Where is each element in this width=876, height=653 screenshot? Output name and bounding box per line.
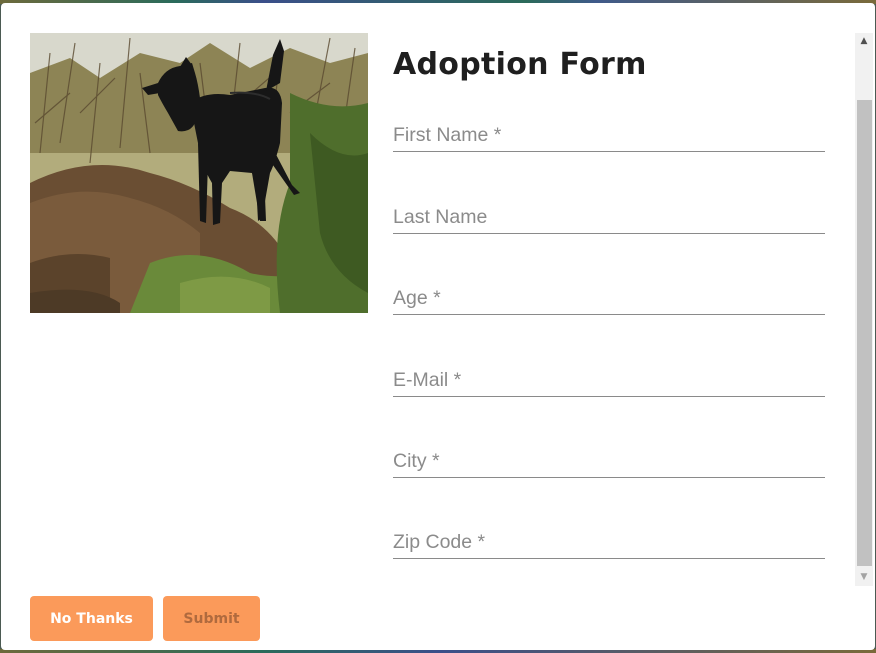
form-scrollbar[interactable]: ▲ ▼ bbox=[855, 33, 873, 586]
last-name-input[interactable] bbox=[393, 202, 825, 233]
email-input[interactable] bbox=[393, 365, 825, 396]
zip-code-input[interactable] bbox=[393, 527, 825, 558]
last-name-field bbox=[393, 202, 825, 234]
age-input[interactable] bbox=[393, 283, 825, 314]
first-name-input[interactable] bbox=[393, 120, 825, 151]
first-name-field bbox=[393, 120, 825, 152]
scrollbar-thumb[interactable] bbox=[857, 100, 872, 566]
form-title: Adoption Form bbox=[393, 47, 647, 82]
scroll-down-arrow-icon[interactable]: ▼ bbox=[855, 569, 873, 586]
submit-button[interactable]: Submit bbox=[163, 596, 260, 641]
zip-code-field bbox=[393, 527, 825, 559]
scroll-up-arrow-icon[interactable]: ▲ bbox=[855, 33, 873, 50]
no-thanks-button[interactable]: No Thanks bbox=[30, 596, 153, 641]
adoption-modal: Adoption Form ▲ ▼ No Thanks Submit bbox=[1, 3, 875, 650]
dog-photo bbox=[30, 33, 368, 313]
email-field bbox=[393, 365, 825, 397]
city-field bbox=[393, 446, 825, 478]
age-field bbox=[393, 283, 825, 315]
city-input[interactable] bbox=[393, 446, 825, 477]
